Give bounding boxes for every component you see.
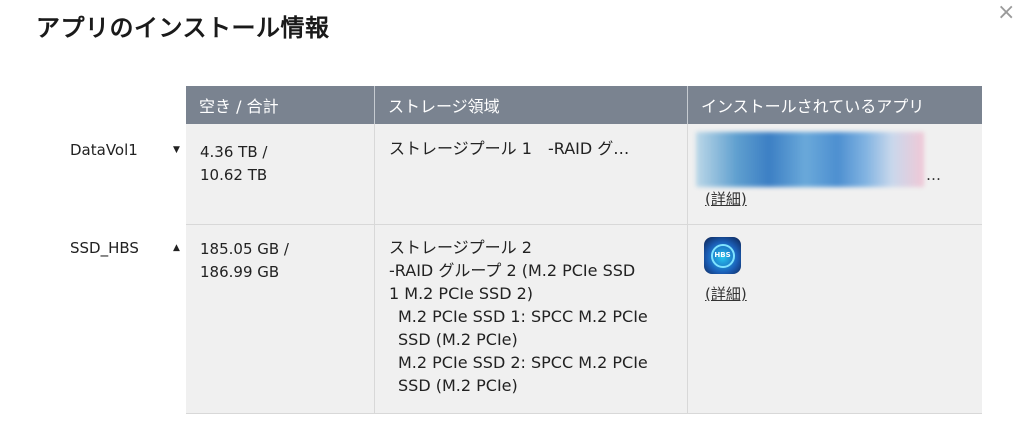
table-row: 4.36 TB / 10.62 TB ストレージプール 1 -RAID グ… ……	[186, 124, 982, 225]
storage-area-cell: ストレージプール 2 -RAID グループ 2 (M.2 PCIe SSD 1 …	[375, 225, 688, 413]
volume-selector-datavol1[interactable]: DataVol1 ▼	[70, 141, 180, 159]
volume-name: DataVol1	[70, 141, 138, 159]
caret-up-icon[interactable]: ▲	[173, 239, 180, 257]
storage-line: M.2 PCIe SSD 1: SPCC M.2 PCIe	[398, 307, 648, 326]
storage-line: SSD (M.2 PCIe)	[398, 376, 518, 395]
storage-line: SSD (M.2 PCIe)	[398, 330, 518, 349]
more-apps-ellipsis: …	[926, 166, 941, 184]
free-space: 4.36 TB /	[200, 143, 268, 161]
hbs-icon-label: HBS	[710, 243, 735, 268]
total-space: 10.62 TB	[200, 166, 268, 184]
details-link[interactable]: (詳細)	[705, 283, 747, 306]
storage-area-cell: ストレージプール 1 -RAID グ…	[375, 124, 688, 224]
installed-apps-cell: … (詳細)	[688, 124, 982, 224]
storage-line: ストレージプール 2	[389, 238, 532, 257]
header-installed-apps: インストールされているアプリ	[701, 97, 925, 116]
details-link[interactable]: (詳細)	[705, 188, 747, 211]
blurred-app-icons	[696, 132, 924, 187]
storage-line: 1 M.2 PCIe SSD 2)	[389, 284, 534, 303]
hbs-icon[interactable]: HBS	[704, 237, 741, 274]
free-space: 185.05 GB /	[200, 240, 289, 258]
close-icon[interactable]: ×	[997, 2, 1015, 24]
installed-apps-cell: HBS (詳細)	[688, 225, 982, 413]
volume-selector-ssd-hbs[interactable]: SSD_HBS ▲	[70, 239, 180, 257]
storage-line: -RAID グループ 2 (M.2 PCIe SSD	[389, 261, 636, 280]
storage-line: M.2 PCIe SSD 2: SPCC M.2 PCIe	[398, 353, 648, 372]
app-install-table: 空き / 合計 ストレージ領域 インストールされているアプリ 4.36 TB /…	[186, 86, 982, 414]
total-space: 186.99 GB	[200, 263, 280, 281]
table-header: 空き / 合計 ストレージ領域 インストールされているアプリ	[186, 86, 982, 124]
volume-name: SSD_HBS	[70, 239, 139, 257]
caret-down-icon[interactable]: ▼	[173, 141, 180, 159]
free-total-cell: 4.36 TB / 10.62 TB	[186, 124, 375, 224]
header-storage-area: ストレージ領域	[375, 86, 688, 124]
dialog-title: アプリのインストール情報	[36, 14, 330, 42]
free-total-cell: 185.05 GB / 186.99 GB	[186, 225, 375, 413]
header-free-total: 空き / 合計	[186, 86, 375, 124]
table-row: 185.05 GB / 186.99 GB ストレージプール 2 -RAID グ…	[186, 225, 982, 414]
storage-line: ストレージプール 1 -RAID グ…	[389, 139, 630, 158]
